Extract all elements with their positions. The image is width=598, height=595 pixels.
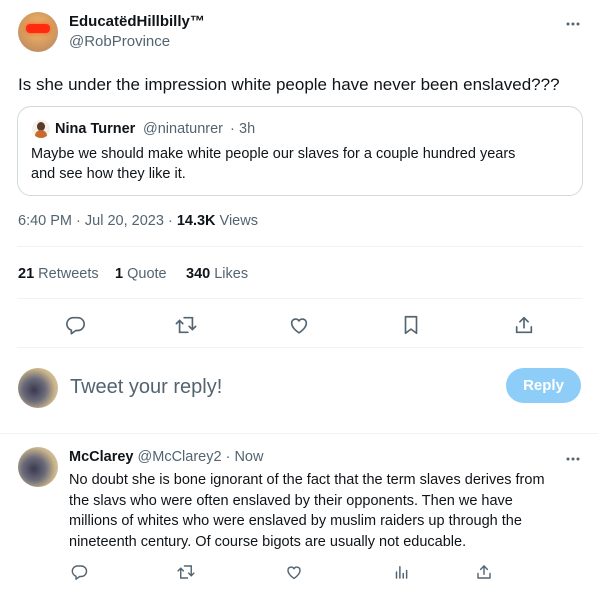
reply-more-icon[interactable]	[565, 451, 581, 467]
author-name[interactable]: EducatëdHillbilly™	[69, 13, 205, 30]
likes-stat[interactable]: 340 Likes	[186, 266, 248, 282]
reply-share-icon[interactable]	[475, 563, 493, 581]
retweets-label: Retweets	[38, 266, 99, 282]
reply-button[interactable]: Reply	[506, 368, 581, 403]
share-icon[interactable]	[513, 314, 535, 336]
quoted-author-avatar	[32, 120, 50, 138]
reply-reply-icon[interactable]	[70, 563, 88, 581]
reply-like-icon[interactable]	[285, 563, 303, 581]
quoted-time: 3h	[239, 121, 256, 137]
likes-count: 340	[186, 266, 211, 282]
reply-separator: ·	[225, 449, 231, 465]
divider-stats-bottom	[17, 298, 583, 299]
quoted-text-line-2: and see how they like it.	[31, 166, 186, 182]
author-handle[interactable]: @RobProvince	[69, 33, 170, 50]
composer-avatar	[18, 368, 58, 408]
tweet-meta: 6:40 PM · Jul 20, 2023 · 14.3K Views	[18, 213, 258, 229]
retweets-stat[interactable]: 21 Retweets	[18, 266, 99, 282]
reply-analytics-icon[interactable]	[392, 563, 410, 581]
retweet-icon[interactable]	[175, 314, 197, 336]
avatar-laser-eyes	[26, 24, 50, 33]
author-avatar[interactable]	[18, 12, 58, 52]
quoted-author-handle: @ninatunrer	[143, 121, 224, 137]
reply-text-line: the slavs who were often enslaved by the…	[69, 492, 513, 509]
reply-text-line: No doubt she is bone ignorant of the fac…	[69, 472, 545, 488]
reply-text-line: nineteenth century. Of course bigots are…	[69, 533, 467, 550]
reply-author-avatar[interactable]	[18, 447, 58, 487]
like-icon[interactable]	[288, 314, 310, 336]
reply-input-placeholder: Tweet your reply!	[70, 376, 223, 398]
quoted-author-name: Nina Turner	[55, 121, 136, 137]
quotes-label: Quote	[127, 266, 167, 282]
tweet-timestamp[interactable]: 6:40 PM · Jul 20, 2023	[18, 213, 164, 229]
divider-stats-top	[17, 246, 583, 247]
reply-header: McClarey @McClarey2 · Now	[69, 449, 263, 465]
quoted-tweet-card[interactable]: Nina Turner @ninatunrer · 3h Maybe we sh…	[17, 106, 583, 196]
retweets-count: 21	[18, 266, 35, 282]
reply-author-handle[interactable]: @McClarey2	[138, 449, 222, 465]
reply-icon[interactable]	[64, 314, 86, 336]
views-count: 14.3K	[176, 213, 216, 229]
reply-author-name[interactable]: McClarey	[69, 449, 133, 465]
quotes-count: 1	[115, 266, 124, 282]
divider-actions-bottom	[17, 347, 583, 348]
quotes-stat[interactable]: 1 Quote	[115, 266, 167, 282]
reply-input[interactable]: Tweet your reply!	[70, 373, 490, 401]
meta-separator: ·	[167, 213, 173, 229]
tweet-text: Is she under the impression white people…	[18, 75, 560, 94]
views-label: Views	[219, 213, 258, 229]
reply-retweet-icon[interactable]	[177, 563, 195, 581]
more-icon[interactable]	[565, 16, 581, 32]
reply-text: No doubt she is bone ignorant of the fac…	[69, 470, 545, 552]
bookmark-icon[interactable]	[400, 314, 422, 336]
reply-time[interactable]: Now	[234, 449, 263, 465]
quoted-text-line-1: Maybe we should make white people our sl…	[31, 146, 516, 162]
divider-composer-bottom	[0, 433, 598, 434]
likes-label: Likes	[214, 266, 249, 282]
reply-text-line: millions of whites who were enslaved by …	[69, 513, 522, 529]
quoted-separator: ·	[230, 121, 235, 137]
